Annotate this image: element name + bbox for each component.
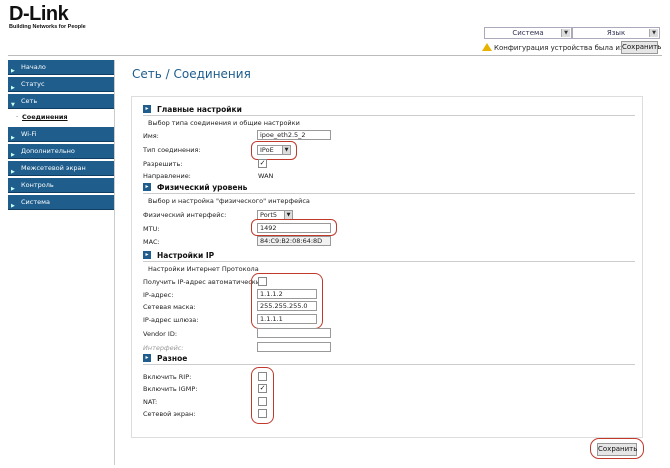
sidebar-item-label: Начало <box>21 63 46 71</box>
sidebar-item-network[interactable]: ▼ Сеть <box>8 94 114 109</box>
nat-label: NAT: <box>143 398 158 406</box>
igmp-label: Включить IGMP: <box>143 385 198 393</box>
highlight-mtu <box>251 219 337 236</box>
section-divider <box>143 364 635 365</box>
section-description: Выбор типа соединения и общие настройки <box>148 119 300 127</box>
system-menu-label: Система <box>512 29 544 37</box>
ip-address-label: IP-адрес: <box>143 291 174 299</box>
section-heading-physical: Физический уровень <box>157 183 248 192</box>
arrow-right-icon: ▶ <box>11 169 15 175</box>
sidebar-item-home[interactable]: ▶ Начало <box>8 60 114 75</box>
dlink-logo: D-Link Building Networks for People <box>9 4 86 30</box>
language-menu-label: Язык <box>606 29 626 37</box>
section-heading-ip: Настройки IP <box>157 251 215 260</box>
section-description: Выбор и настройка "физического" интерфей… <box>148 197 310 205</box>
arrow-right-icon: ▶ <box>11 152 15 158</box>
name-input[interactable]: ipoe_eth2.5_2 <box>257 130 331 140</box>
arrow-right-icon: ▶ <box>11 85 15 91</box>
vendor-id-label: Vendor ID: <box>143 330 178 338</box>
sidebar-item-label: Статус <box>21 80 45 88</box>
enable-label: Разрешить: <box>143 160 183 168</box>
direction-label: Направление: <box>143 172 191 180</box>
mac-label: MAC: <box>143 238 160 246</box>
highlight-save-button <box>590 438 644 459</box>
warning-icon <box>482 43 492 51</box>
direction-value: WAN <box>258 172 274 180</box>
mtu-label: MTU: <box>143 225 160 233</box>
system-menu-select[interactable]: Система ▼ <box>484 27 572 39</box>
page-title: Сеть / Соединения <box>132 67 251 81</box>
arrow-right-icon: ▶ <box>11 186 15 192</box>
interface-label: Интерфейс: <box>143 344 184 352</box>
section-divider <box>143 193 635 194</box>
sidebar-item-label: Wi-Fi <box>21 130 37 138</box>
header-divider <box>8 55 662 56</box>
section-description: Настройки Интернет Протокола <box>148 265 259 273</box>
sidebar-item-label: Контроль <box>21 181 54 189</box>
sidebar-subitem-label: Соединения <box>22 113 68 121</box>
name-label: Имя: <box>143 132 159 140</box>
section-heading-main: Главные настройки <box>157 105 242 114</box>
interface-input[interactable] <box>257 342 331 352</box>
sidebar-subitem-connections[interactable]: Соединения · <box>8 110 114 124</box>
section-heading-misc: Разное <box>157 354 188 363</box>
chevron-down-icon: ▼ <box>649 29 658 37</box>
sidebar-item-advanced[interactable]: ▶ Дополнительно <box>8 144 114 159</box>
sidebar: ▶ Начало ▶ Статус ▼ Сеть Соединения · ▶ … <box>8 60 115 465</box>
arrow-right-icon: ▶ <box>11 135 15 141</box>
top-save-button[interactable]: Сохранить <box>621 41 661 54</box>
section-divider <box>143 115 635 116</box>
section-divider <box>143 261 635 262</box>
highlight-misc-checkboxes <box>251 367 274 424</box>
chevron-down-icon: ▼ <box>561 29 570 37</box>
physical-interface-label: Физический интерфейс: <box>143 211 227 219</box>
sidebar-item-label: Сеть <box>21 97 38 105</box>
logo-tagline: Building Networks for People <box>9 24 86 30</box>
connection-type-label: Тип соединения: <box>143 146 201 154</box>
logo-text: D-Link <box>9 3 69 25</box>
mac-input[interactable]: 84:C9:B2:08:64:8D <box>257 236 331 246</box>
sidebar-item-label: Система <box>21 198 51 206</box>
section-arrow-icon: ▸ <box>143 183 151 191</box>
section-arrow-icon: ▸ <box>143 105 151 113</box>
sidebar-item-firewall[interactable]: ▶ Межсетевой экран <box>8 161 114 176</box>
section-arrow-icon: ▸ <box>143 354 151 362</box>
rip-label: Включить RIP: <box>143 373 192 381</box>
enable-checkbox[interactable]: ✓ <box>258 159 267 168</box>
sidebar-item-label: Межсетевой экран <box>21 164 86 172</box>
physical-interface-value: Port5 <box>260 211 278 219</box>
gateway-label: IP-адрес шлюза: <box>143 316 199 324</box>
netmask-label: Сетевая маска: <box>143 303 196 311</box>
vendor-id-input[interactable] <box>257 328 331 338</box>
auto-ip-label: Получить IP-адрес автоматически: <box>143 278 263 286</box>
section-arrow-icon: ▸ <box>143 251 151 259</box>
arrow-right-icon: ▶ <box>11 68 15 74</box>
sidebar-item-control[interactable]: ▶ Контроль <box>8 178 114 193</box>
bullet-icon: · <box>16 113 19 121</box>
highlight-ip-settings <box>251 273 323 329</box>
sidebar-item-system[interactable]: ▶ Система <box>8 195 114 210</box>
sidebar-item-status[interactable]: ▶ Статус <box>8 77 114 92</box>
chevron-down-icon: ▼ <box>284 211 292 219</box>
firewall-label: Сетевой экран: <box>143 410 196 418</box>
sidebar-item-wifi[interactable]: ▶ Wi-Fi <box>8 127 114 142</box>
highlight-connection-type <box>251 141 297 160</box>
sidebar-item-label: Дополнительно <box>21 147 75 155</box>
arrow-right-icon: ▶ <box>11 203 15 209</box>
language-menu-select[interactable]: Язык ▼ <box>572 27 660 39</box>
